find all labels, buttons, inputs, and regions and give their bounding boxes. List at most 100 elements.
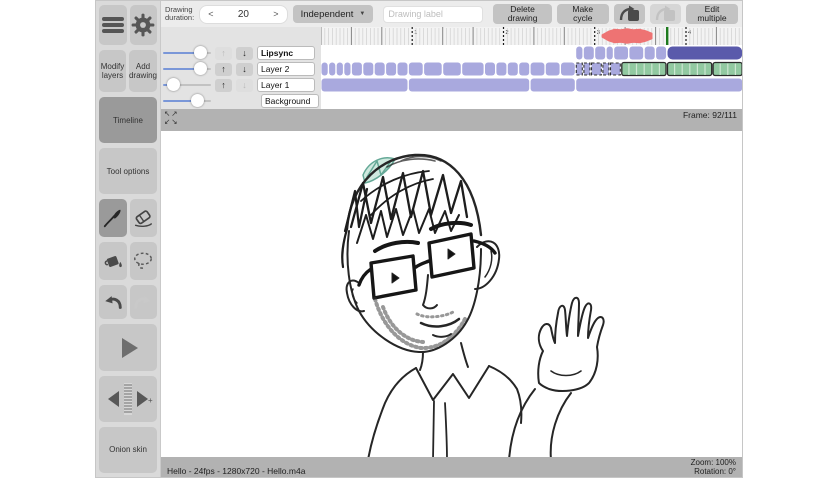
drawing-cell[interactable]	[629, 46, 643, 60]
drawing-cell[interactable]	[583, 46, 594, 60]
layer-row: ↑ ↓ Layer 1	[161, 77, 742, 93]
lasso-tool-button[interactable]	[129, 242, 157, 281]
selected-drawing-cell[interactable]	[667, 46, 742, 60]
layer-move-down-button[interactable]: ↓	[236, 62, 253, 76]
drawing-cell[interactable]	[655, 46, 666, 60]
layer-opacity-slider[interactable]	[163, 78, 211, 92]
timeline-layer-rows: ↑ ↓ Lipsync ↑ ↓ Layer 2 ↑ ↓ Layer 1 Background	[161, 45, 742, 109]
layer-name-box[interactable]: Background	[261, 94, 319, 108]
menu-button[interactable]	[99, 5, 127, 45]
drawing-cell[interactable]	[328, 62, 336, 76]
drawing-canvas[interactable]	[161, 131, 742, 457]
drawing-label-input[interactable]	[383, 5, 484, 23]
add-drawing-button[interactable]: Add drawing	[128, 50, 157, 92]
onion-skin-button[interactable]: Onion skin	[99, 426, 157, 474]
layer-controls: ↑ ↓ Layer 1	[161, 77, 321, 93]
slider-thumb[interactable]	[191, 94, 204, 107]
play-button[interactable]	[99, 324, 157, 371]
layer-name-box[interactable]: Layer 1	[257, 78, 315, 92]
layer-move-down-button[interactable]: ↓	[236, 46, 253, 60]
layer-move-down-button[interactable]: ↓	[236, 78, 253, 92]
drawing-cell[interactable]	[423, 62, 442, 76]
drawing-cell[interactable]	[518, 62, 529, 76]
drawing-cell[interactable]	[321, 62, 328, 76]
ruler-background	[320, 27, 742, 45]
layer-move-up-button[interactable]: ↑	[215, 46, 232, 60]
make-cycle-button[interactable]: Make cycle	[556, 4, 609, 24]
drawing-cell[interactable]	[351, 62, 362, 76]
expand-timeline-button[interactable]: ↖↗ ↙↘	[164, 110, 179, 131]
layer-track[interactable]	[320, 45, 742, 61]
drawing-cell[interactable]	[545, 62, 560, 76]
drawing-cell[interactable]	[575, 78, 742, 92]
playhead[interactable]	[665, 27, 669, 45]
undo-button[interactable]	[99, 285, 127, 320]
drawing-cell[interactable]	[408, 62, 423, 76]
drawing-cell[interactable]	[385, 62, 396, 76]
add-drawing-label: Add drawing	[128, 62, 157, 80]
layer-name-box[interactable]: Lipsync	[257, 46, 315, 60]
slider-thumb[interactable]	[194, 62, 207, 75]
cycle-source-cell[interactable]	[602, 62, 610, 76]
layer-opacity-slider[interactable]	[163, 62, 211, 76]
layer-move-up-button[interactable]: ↑	[215, 78, 232, 92]
independence-dropdown[interactable]: Independent ▼	[292, 5, 374, 23]
timeline-tab-button[interactable]: Timeline	[99, 97, 157, 144]
modify-layers-button[interactable]: Modify layers	[99, 50, 126, 92]
step-plus-glyph: +	[148, 396, 153, 405]
drawing-cell[interactable]	[530, 78, 575, 92]
drawing-cell[interactable]	[321, 78, 408, 92]
delete-drawing-button[interactable]: Delete drawing	[493, 4, 552, 24]
drawing-cell[interactable]	[560, 62, 575, 76]
drawing-cell[interactable]	[530, 62, 545, 76]
redo-button[interactable]	[129, 285, 157, 320]
drawing-cell[interactable]	[344, 62, 351, 76]
cycle-source-cell[interactable]	[575, 62, 583, 76]
drawing-cell[interactable]	[336, 62, 343, 76]
layer-row: Background	[161, 93, 742, 109]
drawing-cell[interactable]	[507, 62, 518, 76]
settings-button[interactable]	[129, 5, 157, 45]
tool-options-button[interactable]: Tool options	[99, 148, 157, 195]
duration-increment-button[interactable]: >	[273, 9, 278, 19]
cycle-source-cell[interactable]	[609, 62, 621, 76]
layer-name-box[interactable]: Layer 2	[257, 62, 315, 76]
drawing-cell[interactable]	[408, 78, 529, 92]
layer-opacity-slider[interactable]	[163, 46, 211, 60]
brush-icon	[103, 210, 121, 228]
drawing-cell[interactable]	[606, 46, 613, 60]
drawing-cell[interactable]	[397, 62, 408, 76]
drawing-cell[interactable]	[575, 46, 583, 60]
layer-row: ↑ ↓ Layer 2	[161, 61, 742, 77]
drawing-cell[interactable]	[363, 62, 374, 76]
frame-scrubber[interactable]: +	[99, 375, 157, 422]
brush-tool-button[interactable]	[99, 199, 127, 238]
duration-decrement-button[interactable]: <	[208, 9, 213, 19]
drawing-cell[interactable]	[644, 46, 655, 60]
cycle-source-cell[interactable]	[583, 62, 591, 76]
fill-tool-button[interactable]	[99, 242, 127, 281]
drawing-cell[interactable]	[461, 62, 484, 76]
copy-drawing-button[interactable]	[613, 4, 645, 24]
slider-thumb[interactable]	[167, 78, 180, 91]
edit-multiple-button[interactable]: Edit multiple	[686, 4, 738, 24]
drawing-cell[interactable]	[594, 46, 605, 60]
ruler-label-spacer	[161, 27, 321, 45]
drawing-cell[interactable]	[613, 46, 628, 60]
drawing-cell[interactable]	[374, 62, 385, 76]
layer-track[interactable]	[320, 61, 742, 77]
drawing-cell[interactable]	[484, 62, 495, 76]
cycle-source-cell[interactable]	[590, 62, 602, 76]
drawing-cell[interactable]	[496, 62, 507, 76]
layer-controls: ↑ ↓ Lipsync	[161, 45, 321, 61]
layer-move-up-button[interactable]: ↑	[215, 62, 232, 76]
timeline-ruler[interactable]: 1234	[320, 27, 742, 45]
layer-track[interactable]	[320, 77, 742, 93]
layer-opacity-slider[interactable]	[163, 94, 211, 108]
slider-thumb[interactable]	[194, 46, 207, 59]
layer-track[interactable]	[320, 93, 742, 109]
eraser-tool-button[interactable]	[129, 199, 157, 238]
drawing-cell[interactable]	[442, 62, 461, 76]
paste-drawing-button[interactable]	[649, 4, 681, 24]
play-icon	[122, 337, 138, 358]
